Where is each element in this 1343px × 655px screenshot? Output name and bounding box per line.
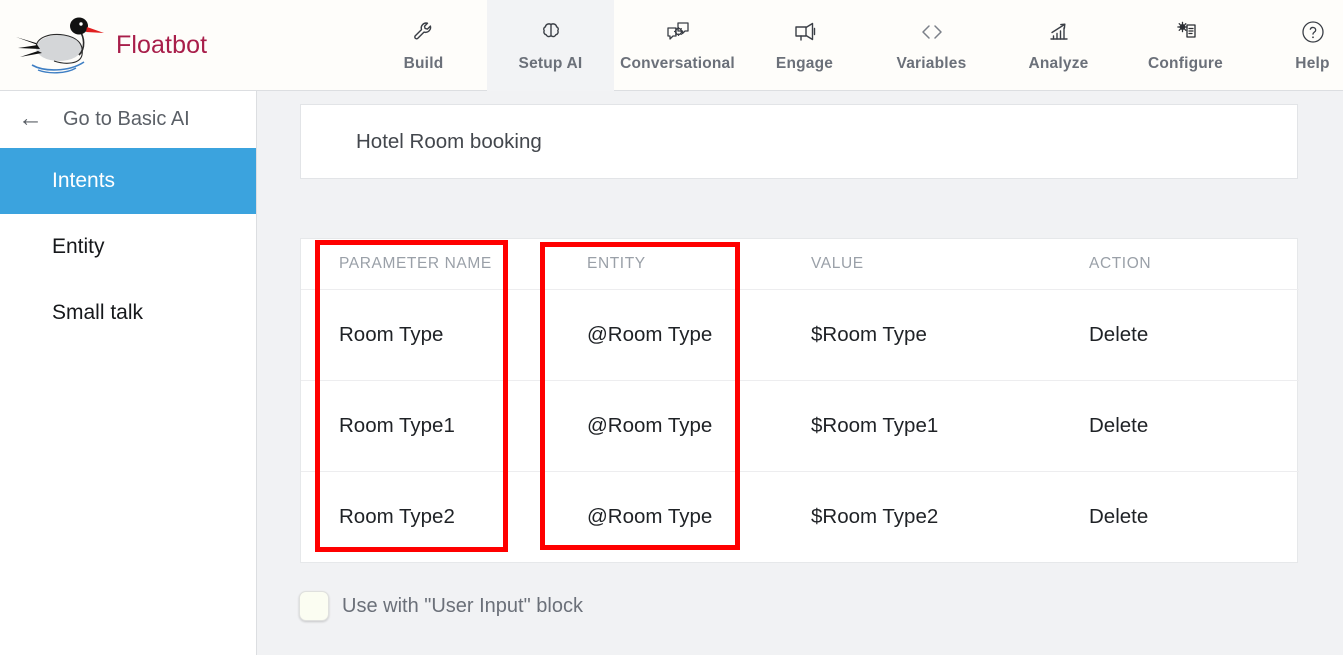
app-root: Floatbot Build Setup AI Conversational E… xyxy=(0,0,1343,655)
table-row: Room Type2 @Room Type $Room Type2 Delete xyxy=(301,471,1299,562)
column-header-parameter-name: PARAMETER NAME xyxy=(301,239,549,290)
brand[interactable]: Floatbot xyxy=(0,0,360,90)
delete-button[interactable]: Delete xyxy=(1051,471,1299,562)
nav-item-help[interactable]: Help xyxy=(1249,0,1343,91)
nav-item-configure[interactable]: Configure xyxy=(1122,0,1249,91)
cell-parameter-name[interactable]: Room Type2 xyxy=(301,471,549,562)
table-row: Room Type1 @Room Type $Room Type1 Delete xyxy=(301,380,1299,472)
nav-item-setup-ai[interactable]: Setup AI xyxy=(487,0,614,91)
brain-icon xyxy=(536,18,566,46)
nav-label-setup-ai: Setup AI xyxy=(518,55,583,72)
nav-label-help: Help xyxy=(1295,55,1330,72)
gear-list-icon xyxy=(1171,18,1201,46)
cell-parameter-name[interactable]: Room Type1 xyxy=(301,380,549,472)
swan-logo-icon xyxy=(16,17,104,74)
nav-label-build: Build xyxy=(403,55,444,72)
sidebar-item-label-intents: Intents xyxy=(52,169,116,192)
intent-title-field[interactable]: Hotel Room booking xyxy=(300,104,1298,179)
sidebar-back-to-basic-ai[interactable]: ← Go to Basic AI xyxy=(0,91,256,148)
nav-label-analyze: Analyze xyxy=(1028,55,1089,72)
table-header-row: PARAMETER NAME ENTITY VALUE ACTION xyxy=(301,239,1299,290)
sidebar-item-small-talk[interactable]: Small talk xyxy=(0,280,256,346)
sidebar: ← Go to Basic AI Intents Entity Small ta… xyxy=(0,91,257,655)
nav-label-variables: Variables xyxy=(896,55,967,72)
cell-value[interactable]: $Room Type1 xyxy=(773,380,1051,472)
cell-entity[interactable]: @Room Type xyxy=(549,471,773,562)
nav-label-conversational: Conversational xyxy=(620,55,735,72)
use-with-user-input-label[interactable]: Use with "User Input" block xyxy=(342,595,583,618)
arrow-left-icon: ← xyxy=(18,103,43,132)
delete-button[interactable]: Delete xyxy=(1051,289,1299,381)
chat-gear-icon xyxy=(663,18,693,46)
use-with-user-input-checkbox[interactable] xyxy=(299,591,329,621)
sidebar-back-label: Go to Basic AI xyxy=(63,108,190,130)
sidebar-item-label-small-talk: Small talk xyxy=(52,301,144,324)
main-content: Hotel Room booking Don't use too many pa… xyxy=(257,91,1343,655)
cell-entity[interactable]: @Room Type xyxy=(549,380,773,472)
parameters-table-card: PARAMETER NAME ENTITY VALUE ACTION Room … xyxy=(300,238,1299,563)
cell-parameter-name[interactable]: Room Type xyxy=(301,289,549,381)
wrench-icon xyxy=(409,18,439,46)
cell-value[interactable]: $Room Type xyxy=(773,289,1051,381)
question-circle-icon xyxy=(1298,18,1328,46)
nav-item-analyze[interactable]: Analyze xyxy=(995,0,1122,91)
megaphone-icon xyxy=(790,18,820,46)
code-brackets-icon xyxy=(917,18,947,46)
nav-item-conversational[interactable]: Conversational xyxy=(614,0,741,91)
sidebar-item-intents[interactable]: Intents xyxy=(0,148,256,214)
parameters-table: PARAMETER NAME ENTITY VALUE ACTION Room … xyxy=(301,239,1299,562)
column-header-action: ACTION xyxy=(1051,239,1299,290)
sidebar-item-entity[interactable]: Entity xyxy=(0,214,256,280)
nav-item-variables[interactable]: Variables xyxy=(868,0,995,91)
top-header: Floatbot Build Setup AI Conversational E… xyxy=(0,0,1343,91)
cell-value[interactable]: $Room Type2 xyxy=(773,471,1051,562)
intent-title-text: Hotel Room booking xyxy=(356,129,542,153)
bar-chart-icon xyxy=(1044,18,1074,46)
nav-item-build[interactable]: Build xyxy=(360,0,487,91)
column-header-entity: ENTITY xyxy=(549,239,773,290)
nav-label-engage: Engage xyxy=(775,55,834,72)
delete-button[interactable]: Delete xyxy=(1051,380,1299,472)
brand-name: Floatbot xyxy=(116,30,208,59)
nav-item-engage[interactable]: Engage xyxy=(741,0,868,91)
main-navigation: Build Setup AI Conversational Engage Var… xyxy=(360,0,1343,91)
sidebar-item-label-entity: Entity xyxy=(52,235,105,258)
cell-entity[interactable]: @Room Type xyxy=(549,289,773,381)
column-header-value: VALUE xyxy=(773,239,1051,290)
use-with-user-input-row: Use with "User Input" block xyxy=(299,591,583,621)
nav-label-configure: Configure xyxy=(1148,55,1223,72)
table-row: Room Type @Room Type $Room Type Delete xyxy=(301,289,1299,381)
